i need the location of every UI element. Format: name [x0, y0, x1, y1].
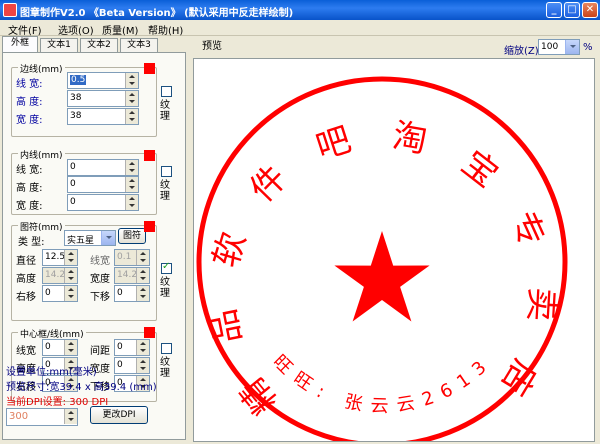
app-icon — [3, 3, 17, 17]
inner-line-width-input[interactable]: 0 — [67, 159, 139, 176]
symbol-color-swatch[interactable] — [144, 221, 155, 232]
symbol-button[interactable]: 图符 — [118, 228, 146, 244]
tab-frame[interactable]: 外框 — [2, 36, 38, 53]
inner-line-group: 内线(mm) 线 宽: 0 高 度: 0 宽 度: 0 — [11, 148, 157, 215]
symbol-type-select[interactable]: 实五星 — [64, 230, 116, 246]
change-dpi-button[interactable]: 更改DPI — [90, 406, 148, 424]
spin-arrows[interactable] — [125, 73, 138, 88]
tab-text3[interactable]: 文本3 — [120, 38, 158, 52]
field-label: 类 型: — [18, 237, 45, 248]
center-line-width-input[interactable]: 0 — [42, 339, 78, 356]
field-label: 宽 度: — [16, 115, 43, 126]
inner-texture-checkbox[interactable] — [161, 166, 172, 177]
field-label: 宽 度: — [16, 201, 43, 212]
inner-width-input[interactable]: 0 — [67, 194, 139, 211]
spin-arrows[interactable] — [125, 109, 138, 124]
field-label: 线宽 — [90, 256, 110, 267]
units-label: 设置单位:mm(毫米) — [6, 367, 97, 378]
spin-arrows[interactable] — [136, 358, 149, 373]
spin-arrows[interactable] — [125, 91, 138, 106]
chevron-down-icon[interactable] — [101, 231, 115, 245]
menu-help[interactable]: 帮助(H) — [148, 22, 183, 37]
menu-bar: 文件(F) 选项(O) 质量(M) 帮助(H) — [0, 20, 600, 37]
stamp-preview-canvas: 精品软件吧淘宝专卖店 旺旺: 张云云2613 — [193, 58, 595, 444]
field-label: 间距 — [90, 346, 110, 357]
spin-arrows[interactable] — [136, 340, 149, 355]
field-label: 高 度: — [16, 97, 43, 108]
center-width-input[interactable]: 0 — [114, 357, 150, 374]
symbol-width-input: 14.2 — [114, 267, 150, 284]
field-label: 线 宽: — [16, 79, 43, 90]
title-bar: 图章制作V2.0 《Beta Version》 (默认采用中反走样绘制) _ □… — [0, 0, 600, 20]
field-label: 线宽 — [16, 346, 36, 357]
spin-arrows[interactable] — [125, 160, 138, 175]
tab-text1[interactable]: 文本1 — [40, 38, 78, 52]
window-title: 图章制作V2.0 《Beta Version》 (默认采用中反走样绘制) — [20, 8, 294, 19]
zoom-unit-label: % — [583, 42, 593, 53]
field-label: 右移 — [16, 292, 36, 303]
field-label: 高 度: — [16, 183, 43, 194]
zoom-select[interactable]: 100 — [538, 39, 580, 55]
menu-options[interactable]: 选项(O) — [58, 22, 94, 37]
preview-panel: 预览 缩放(Z) 100 % 精品软件吧淘宝专卖店 旺旺: 张云云2613 — [190, 36, 600, 444]
menu-quality[interactable]: 质量(M) — [102, 22, 138, 37]
dpi-input[interactable]: 300 — [6, 408, 78, 426]
inner-height-input[interactable]: 0 — [67, 176, 139, 193]
texture-label: 纹理 — [160, 277, 170, 299]
border-color-swatch[interactable] — [144, 63, 155, 74]
spin-arrows[interactable] — [64, 409, 77, 424]
maximize-button[interactable]: □ — [564, 2, 580, 18]
stamp-star — [334, 231, 430, 322]
settings-panel: 外框 文本1 文本2 文本3 边线(mm) 线 宽: 0.5 高 度: 38 宽… — [0, 36, 190, 441]
group-title: 边线(mm) — [18, 62, 65, 75]
texture-label: 纹理 — [160, 100, 170, 122]
border-height-input[interactable]: 38 — [67, 90, 139, 107]
tab-text2[interactable]: 文本2 — [80, 38, 118, 52]
border-width-input[interactable]: 38 — [67, 108, 139, 125]
chevron-down-icon[interactable] — [565, 40, 579, 54]
minimize-button[interactable]: _ — [546, 2, 562, 18]
border-texture-checkbox[interactable] — [161, 86, 172, 97]
menu-file[interactable]: 文件(F) — [8, 22, 42, 37]
group-title: 内线(mm) — [18, 148, 65, 161]
preview-label: 预览 — [202, 41, 222, 52]
inner-color-swatch[interactable] — [144, 150, 155, 161]
field-label: 直径 — [16, 256, 36, 267]
spin-arrows — [64, 268, 77, 283]
spin-arrows[interactable] — [64, 340, 77, 355]
stamp-bottom-text: 旺旺: 张云云2613 — [269, 351, 491, 417]
spin-arrows[interactable] — [125, 195, 138, 210]
texture-label: 纹理 — [160, 180, 170, 202]
symbol-line-width-input: 0.1 — [114, 249, 150, 266]
texture-label: 纹理 — [160, 357, 170, 379]
spin-arrows[interactable] — [136, 286, 149, 301]
stamp-image: 精品软件吧淘宝专卖店 旺旺: 张云云2613 — [196, 76, 568, 444]
border-group: 边线(mm) 线 宽: 0.5 高 度: 38 宽 度: 38 — [11, 62, 157, 137]
spin-arrows — [136, 268, 149, 283]
preview-size-label: 预览尺寸:宽39.4 x 高39.4 (mm) — [6, 382, 157, 393]
zoom-label: 缩放(Z) — [504, 46, 539, 57]
spin-arrows[interactable] — [64, 286, 77, 301]
border-line-width-input[interactable]: 0.5 — [67, 72, 139, 89]
app-window: 图章制作V2.0 《Beta Version》 (默认采用中反走样绘制) _ □… — [0, 0, 600, 444]
symbol-group: 图符(mm) 类 型: 实五星 图符 直径 12.5 线宽 0.1 高度 14.… — [11, 220, 157, 321]
field-label: 线 宽: — [16, 165, 43, 176]
group-title: 图符(mm) — [18, 220, 65, 233]
spin-arrows — [136, 250, 149, 265]
close-button[interactable]: ✕ — [582, 2, 598, 18]
spin-arrows[interactable] — [64, 250, 77, 265]
symbol-down-offset-input[interactable]: 0 — [114, 285, 150, 302]
symbol-diameter-input[interactable]: 12.5 — [42, 249, 78, 266]
symbol-height-input: 14.2 — [42, 267, 78, 284]
center-texture-checkbox[interactable] — [161, 343, 172, 354]
spin-arrows[interactable] — [125, 177, 138, 192]
center-gap-input[interactable]: 0 — [114, 339, 150, 356]
field-label: 宽度 — [90, 274, 110, 285]
center-color-swatch[interactable] — [144, 327, 155, 338]
symbol-right-offset-input[interactable]: 0 — [42, 285, 78, 302]
field-label: 高度 — [16, 274, 36, 285]
field-label: 下移 — [90, 292, 110, 303]
symbol-texture-checkbox[interactable] — [161, 261, 172, 274]
